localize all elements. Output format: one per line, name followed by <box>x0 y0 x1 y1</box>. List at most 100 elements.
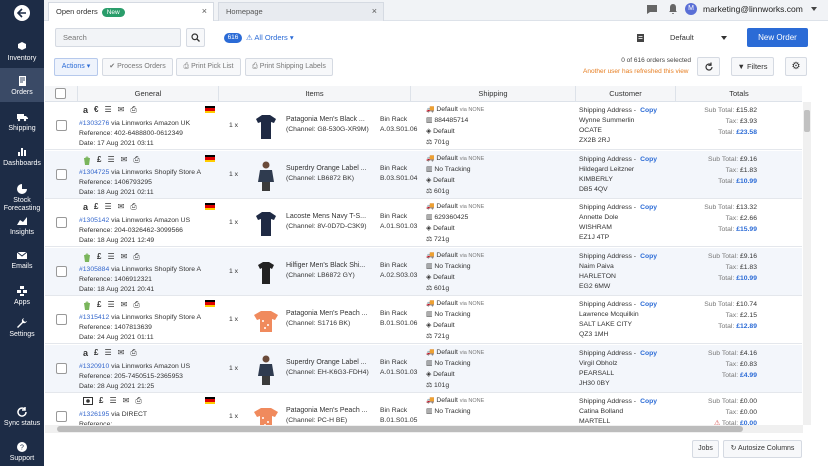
sidebar-item-inventory[interactable]: Inventory <box>0 38 44 66</box>
copy-address-button[interactable]: Copy <box>640 156 657 163</box>
close-icon[interactable]: × <box>202 3 207 20</box>
table-row[interactable]: £ ☰ ✉ ⎙ #1305884 via Linnworks Shopify Store… <box>45 248 802 296</box>
product-image[interactable] <box>251 401 281 425</box>
envelope-icon[interactable]: ✉ <box>123 397 130 405</box>
table-row[interactable]: a £ ☰ ✉ ⎙ #1320910 via Linnworks Amazon US Ref… <box>45 345 802 393</box>
tab-open-orders[interactable]: Open orders New × <box>48 2 214 21</box>
order-id-link[interactable]: #1305142 <box>79 217 109 224</box>
settings-gear-button[interactable]: ⚙ <box>785 57 807 76</box>
order-id-link[interactable]: #1305884 <box>79 266 109 273</box>
envelope-icon[interactable]: ✉ <box>121 156 128 164</box>
row-checkbox[interactable] <box>56 363 67 374</box>
table-row[interactable]: £ ☰ ✉ ⎙ #1315412 via Linnworks Shopify Store… <box>45 296 802 344</box>
table-row[interactable]: a € ☰ ✉ ⎙ #1303276 via Linnworks Amazon UK Ref… <box>45 102 802 150</box>
refresh-button[interactable] <box>697 57 720 76</box>
product-image[interactable] <box>251 207 281 241</box>
table-row[interactable]: £☰✉⎙#1326195 via DIRECTReference: Date: … <box>45 393 802 425</box>
item-name[interactable]: Patagonia Men's Peach ... <box>286 310 368 318</box>
table-row[interactable]: a £ ☰ ✉ ⎙ #1305142 via Linnworks Amazon US Ref… <box>45 199 802 247</box>
order-id-link[interactable]: #1304725 <box>79 169 109 176</box>
list-icon[interactable]: ☰ <box>107 301 114 309</box>
row-checkbox[interactable] <box>56 217 67 228</box>
row-checkbox[interactable] <box>56 314 67 325</box>
clipboard-icon[interactable] <box>636 33 645 42</box>
chevron-down-icon[interactable] <box>721 36 727 40</box>
envelope-icon[interactable]: ✉ <box>121 253 128 261</box>
envelope-icon[interactable]: ✉ <box>118 203 125 211</box>
column-customer[interactable]: Customer <box>575 86 675 102</box>
item-name[interactable]: Patagonia Men's Black ... <box>286 116 365 124</box>
vertical-scrollbar[interactable] <box>803 102 811 425</box>
row-checkbox[interactable] <box>56 411 67 422</box>
order-id-link[interactable]: #1326195 <box>79 411 109 418</box>
printer-icon[interactable]: ⎙ <box>130 106 136 114</box>
new-order-button[interactable]: New Order <box>747 28 808 47</box>
close-icon[interactable]: × <box>372 3 377 20</box>
printer-icon[interactable]: ⎙ <box>133 156 139 164</box>
print-shipping-labels-button[interactable]: ⎙ Print Shipping Labels <box>245 58 333 76</box>
row-checkbox[interactable] <box>56 120 67 131</box>
product-image[interactable] <box>251 353 281 387</box>
bell-icon[interactable] <box>668 3 678 15</box>
list-icon[interactable]: ☰ <box>109 397 116 405</box>
search-button[interactable] <box>186 28 205 47</box>
row-checkbox[interactable] <box>56 266 67 277</box>
column-items[interactable]: Items <box>218 86 410 102</box>
copy-address-button[interactable]: Copy <box>640 253 657 260</box>
copy-address-button[interactable]: Copy <box>640 204 657 211</box>
order-id-link[interactable]: #1315412 <box>79 314 109 321</box>
filters-button[interactable]: ▼ Filters <box>731 57 774 76</box>
item-name[interactable]: Lacoste Mens Navy T-S... <box>286 213 366 221</box>
print-pick-list-button[interactable]: ⎙ Print Pick List <box>176 58 241 76</box>
all-orders-dropdown[interactable]: ⚠ All Orders ▾ <box>246 34 294 42</box>
list-icon[interactable]: ☰ <box>104 106 111 114</box>
search-input[interactable]: Search <box>55 28 181 47</box>
select-all-checkbox[interactable] <box>55 88 66 99</box>
list-icon[interactable]: ☰ <box>104 203 111 211</box>
column-shipping[interactable]: Shipping <box>410 86 575 102</box>
envelope-icon[interactable]: ✉ <box>118 106 125 114</box>
printer-icon[interactable]: ⎙ <box>130 349 136 357</box>
sidebar-item-support[interactable]: ? Support <box>0 438 44 466</box>
product-image[interactable] <box>251 304 281 338</box>
copy-address-button[interactable]: Copy <box>640 350 657 357</box>
horizontal-scrollbar[interactable] <box>45 425 803 433</box>
chat-icon[interactable] <box>646 4 658 15</box>
chevron-down-icon[interactable] <box>811 7 817 11</box>
scroll-thumb[interactable] <box>804 110 810 132</box>
item-name[interactable]: Superdry Orange Label ... <box>286 359 367 367</box>
jobs-button[interactable]: Jobs <box>692 440 719 458</box>
row-checkbox[interactable] <box>56 169 67 180</box>
printer-icon[interactable]: ⎙ <box>130 203 136 211</box>
list-icon[interactable]: ☰ <box>107 253 114 261</box>
tab-homepage[interactable]: Homepage × <box>218 2 384 21</box>
product-image[interactable] <box>251 159 281 193</box>
copy-address-button[interactable]: Copy <box>640 107 657 114</box>
product-image[interactable] <box>251 256 281 290</box>
view-select[interactable]: Default <box>670 34 694 42</box>
column-totals[interactable]: Totals <box>675 86 802 102</box>
printer-icon[interactable]: ⎙ <box>133 253 139 261</box>
actions-button[interactable]: Actions ▾ <box>54 58 98 76</box>
order-id-link[interactable]: #1303276 <box>79 120 109 127</box>
column-general[interactable]: General <box>77 86 218 102</box>
list-icon[interactable]: ☰ <box>104 349 111 357</box>
envelope-icon[interactable]: ✉ <box>118 349 125 357</box>
table-row[interactable]: £ ☰ ✉ ⎙ #1304725 via Linnworks Shopify Store… <box>45 151 802 199</box>
item-name[interactable]: Superdry Orange Label ... <box>286 165 367 173</box>
product-image[interactable] <box>251 110 281 144</box>
envelope-icon[interactable]: ✉ <box>121 301 128 309</box>
sidebar-item-orders[interactable]: Orders <box>0 68 44 102</box>
printer-icon[interactable]: ⎙ <box>135 397 141 405</box>
list-icon[interactable]: ☰ <box>107 156 114 164</box>
autosize-columns-button[interactable]: ↻ Autosize Columns <box>723 440 802 458</box>
scroll-thumb[interactable] <box>57 426 743 432</box>
item-name[interactable]: Hilfiger Men's Black Shi... <box>286 262 365 270</box>
user-email[interactable]: marketing@linnworks.com <box>703 5 803 14</box>
process-orders-button[interactable]: ✔ Process Orders <box>102 58 173 76</box>
printer-icon[interactable]: ⎙ <box>133 301 139 309</box>
copy-address-button[interactable]: Copy <box>640 398 657 405</box>
avatar[interactable]: M <box>685 3 697 15</box>
order-id-link[interactable]: #1320910 <box>79 363 109 370</box>
menu-toggle[interactable] <box>0 4 44 26</box>
